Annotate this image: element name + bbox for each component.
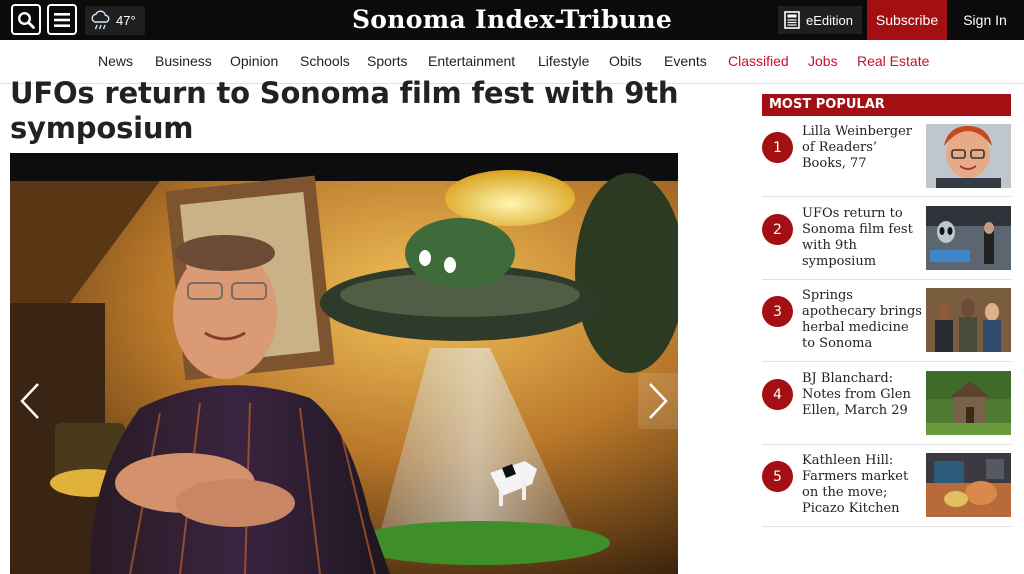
carousel-prev-button[interactable]: [10, 373, 50, 429]
popular-item[interactable]: 2 UFOs return to Sonoma film fest with 9…: [762, 206, 1011, 272]
divider: [762, 526, 1011, 527]
sign-in-button[interactable]: Sign In: [950, 0, 1020, 40]
rain-cloud-icon: [91, 9, 110, 29]
eedition-button[interactable]: eEdition: [778, 6, 862, 34]
divider: [762, 444, 1011, 445]
menu-button[interactable]: [47, 4, 77, 35]
popular-item[interactable]: 1 Lilla Weinberger of Readers’ Books, 77: [762, 124, 1011, 190]
popular-item[interactable]: 5 Kathleen Hill: Farmers market on the m…: [762, 453, 1011, 519]
popular-item-thumbnail[interactable]: [926, 453, 1011, 517]
popular-item[interactable]: 3 Springs apothecary brings herbal medic…: [762, 288, 1011, 354]
nav-item-opinion[interactable]: Opinion: [230, 53, 278, 69]
most-popular-heading: MOST POPULAR: [762, 94, 1011, 116]
popular-item-thumbnail[interactable]: [926, 124, 1011, 188]
eedition-label: eEdition: [806, 12, 853, 28]
nav-item-obits[interactable]: Obits: [609, 53, 642, 69]
newspaper-icon: [784, 11, 800, 29]
search-icon: [17, 11, 35, 29]
rank-badge: 1: [762, 132, 793, 163]
popular-item-title[interactable]: BJ Blanchard: Notes from Glen Ellen, Mar…: [802, 371, 922, 419]
top-bar: 47° Sonoma Index-Tribune eEdition Subscr…: [0, 0, 1024, 40]
subscribe-button[interactable]: Subscribe: [867, 0, 947, 40]
search-button[interactable]: [11, 4, 41, 35]
popular-item-title[interactable]: UFOs return to Sonoma film fest with 9th…: [802, 206, 922, 270]
popular-item-title[interactable]: Lilla Weinberger of Readers’ Books, 77: [802, 124, 922, 172]
masthead-logo[interactable]: Sonoma Index-Tribune: [330, 4, 694, 36]
article-photo-carousel[interactable]: [10, 153, 678, 574]
article-headline: UFOs return to Sonoma film fest with 9th…: [10, 76, 679, 145]
chevron-left-icon: [20, 383, 39, 419]
article-photo: [10, 153, 678, 574]
rank-badge: 5: [762, 461, 793, 492]
nav-item-jobs[interactable]: Jobs: [808, 53, 838, 69]
nav-item-news[interactable]: News: [98, 53, 133, 69]
carousel-next-button[interactable]: [638, 373, 678, 429]
popular-item-title[interactable]: Springs apothecary brings herbal medicin…: [802, 288, 922, 352]
popular-item-thumbnail[interactable]: [926, 288, 1011, 352]
rank-badge: 4: [762, 379, 793, 410]
section-nav: News Business Opinion Schools Sports Ent…: [0, 44, 1024, 80]
hamburger-icon: [54, 12, 70, 27]
nav-item-schools[interactable]: Schools: [300, 53, 350, 69]
weather-widget[interactable]: 47°: [85, 6, 145, 35]
chevron-right-icon: [649, 383, 668, 419]
nav-item-events[interactable]: Events: [664, 53, 707, 69]
rank-badge: 2: [762, 214, 793, 245]
popular-item-title[interactable]: Kathleen Hill: Farmers market on the mov…: [802, 453, 922, 517]
rank-badge: 3: [762, 296, 793, 327]
nav-item-lifestyle[interactable]: Lifestyle: [538, 53, 589, 69]
nav-item-sports[interactable]: Sports: [367, 53, 407, 69]
popular-item[interactable]: 4 BJ Blanchard: Notes from Glen Ellen, M…: [762, 371, 1011, 437]
divider: [762, 361, 1011, 362]
nav-item-business[interactable]: Business: [155, 53, 212, 69]
nav-item-real-estate[interactable]: Real Estate: [857, 53, 929, 69]
nav-item-entertainment[interactable]: Entertainment: [428, 53, 515, 69]
divider: [762, 196, 1011, 197]
weather-temperature: 47°: [116, 13, 136, 28]
popular-item-thumbnail[interactable]: [926, 206, 1011, 270]
popular-item-thumbnail[interactable]: [926, 371, 1011, 435]
divider: [762, 279, 1011, 280]
nav-item-classified[interactable]: Classified: [728, 53, 789, 69]
